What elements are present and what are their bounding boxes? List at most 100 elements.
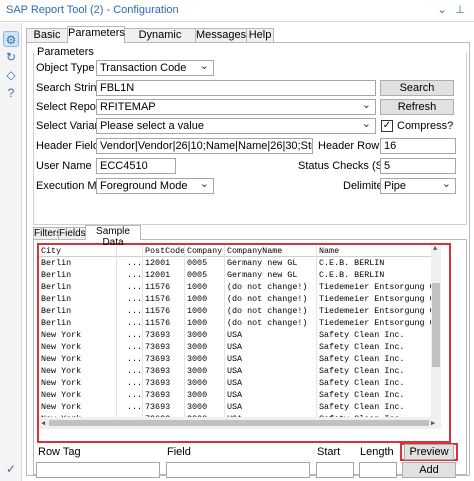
search-button[interactable]: Search bbox=[380, 80, 454, 96]
table-cell: Tiedemeier Entsorgung GmH bbox=[319, 293, 441, 305]
table-cell: New York bbox=[39, 341, 117, 353]
table-cell: Tiedemeier Entsorgung GmH bbox=[319, 305, 441, 317]
vertical-scrollbar[interactable]: ▲ bbox=[431, 245, 441, 429]
table-cell: Tiedemeier Entsorgung GmH bbox=[319, 317, 441, 329]
scroll-up-icon[interactable]: ▲ bbox=[433, 245, 437, 253]
object-type-label: Object Type bbox=[36, 62, 95, 74]
table-cell: 1000 bbox=[185, 293, 225, 305]
table-cell: 11576 bbox=[143, 305, 185, 317]
column-header: Company bbox=[185, 245, 225, 257]
table-cell: ... bbox=[117, 281, 143, 293]
table-cell: 73693 bbox=[143, 353, 185, 365]
length-input[interactable] bbox=[359, 462, 397, 478]
select-variant-select[interactable]: Please select a value bbox=[96, 118, 376, 134]
table-cell: 12001 bbox=[143, 257, 185, 269]
table-cell: ... bbox=[117, 329, 143, 341]
object-type-select[interactable]: Transaction Code bbox=[96, 60, 214, 76]
add-button[interactable]: Add bbox=[402, 462, 456, 478]
row-tag-input[interactable] bbox=[36, 462, 160, 478]
table-row[interactable]: New York...736933000USASafety Clean Inc. bbox=[39, 401, 441, 413]
help-icon[interactable]: ? bbox=[3, 85, 19, 101]
table-cell: C.E.B. BERLIN bbox=[317, 269, 441, 281]
table-row[interactable]: Berlin... 12001 0005 Germany new GL C.E.B. B… bbox=[39, 257, 441, 269]
table-cell: Germany new GL bbox=[225, 257, 317, 269]
subtab-sample-data[interactable]: Sample Data bbox=[85, 225, 141, 248]
user-name-label: User Name bbox=[36, 160, 92, 172]
scroll-right-icon[interactable]: ▶ bbox=[431, 419, 435, 428]
table-cell: (do not change!) bbox=[225, 293, 317, 305]
table-cell: Germany new GL bbox=[225, 269, 317, 281]
scroll-left-icon[interactable]: ◀ bbox=[41, 419, 45, 428]
select-variant-label: Select Variant bbox=[36, 120, 104, 132]
table-cell: 73693 bbox=[143, 365, 185, 377]
flow-icon[interactable]: ↻ bbox=[3, 49, 19, 65]
table-row[interactable]: Berlin... 11576 1000 (do not change!) Tiedem… bbox=[39, 305, 441, 317]
vertical-scroll-thumb[interactable] bbox=[432, 283, 440, 367]
table-row[interactable]: Berlin... 11576 1000 (do not change!) Tiedem… bbox=[39, 281, 441, 293]
gear-icon[interactable]: ⚙ bbox=[3, 31, 19, 47]
table-cell: Safety Clean Inc. bbox=[317, 365, 441, 377]
table-cell: Safety Clean Inc. bbox=[317, 341, 441, 353]
table-cell: ... bbox=[117, 269, 143, 281]
table-cell: Safety Clean Inc. bbox=[317, 401, 441, 413]
status-checks-input[interactable]: 5 bbox=[380, 158, 456, 174]
collapse-icon[interactable]: ⌄ bbox=[435, 3, 449, 16]
header-fields-label: Header Fields bbox=[36, 140, 105, 152]
table-cell: ... bbox=[117, 293, 143, 305]
tab-help[interactable]: Help bbox=[246, 28, 274, 43]
table-cell: 3000 bbox=[185, 329, 225, 341]
tab-parameters[interactable]: Parameters bbox=[67, 26, 125, 43]
table-cell: 3000 bbox=[185, 401, 225, 413]
table-cell: 73693 bbox=[143, 389, 185, 401]
user-name-input[interactable]: ECC4510 bbox=[96, 158, 176, 174]
table-cell: 0005 bbox=[185, 257, 225, 269]
execution-mode-select[interactable]: Foreground Mode bbox=[96, 178, 214, 194]
horizontal-scroll-thumb[interactable] bbox=[49, 420, 429, 426]
tab-messages[interactable]: Messages bbox=[195, 28, 247, 43]
configuration-panel: Basic Parameters Dynamic Input Messages … bbox=[26, 26, 470, 478]
table-row[interactable]: Berlin... 12001 0005 Germany new GL C.E.B. B… bbox=[39, 269, 441, 281]
table-row[interactable]: New York...736933000USASafety Clean Inc. bbox=[39, 353, 441, 365]
search-string-input[interactable]: FBL1N bbox=[96, 80, 376, 96]
table-cell: New York bbox=[39, 365, 117, 377]
start-input[interactable] bbox=[316, 462, 354, 478]
compress-checkbox[interactable]: ✓ bbox=[381, 120, 393, 132]
table-cell: USA bbox=[225, 353, 317, 365]
sample-data-grid[interactable]: City PostCode Company CompanyName Name Berlin… bbox=[39, 245, 441, 429]
table-cell: 12001 bbox=[143, 269, 185, 281]
table-cell: Safety Clean Inc. bbox=[317, 377, 441, 389]
table-row[interactable]: New York...736933000USASafety Clean Inc. bbox=[39, 341, 441, 353]
table-cell: (do not change!) bbox=[225, 317, 317, 329]
table-cell: (do not change!) bbox=[225, 305, 317, 317]
field-input[interactable] bbox=[166, 462, 310, 478]
table-cell: USA bbox=[225, 377, 317, 389]
select-report-select[interactable]: RFITEMAP bbox=[96, 99, 376, 115]
table-row[interactable]: Berlin... 11576 1000 (do not change!) Tiedem… bbox=[39, 293, 441, 305]
table-row[interactable]: New York...736933000USASafety Clean Inc. bbox=[39, 329, 441, 341]
table-row[interactable]: New York...736933000USASafety Clean Inc. bbox=[39, 377, 441, 389]
table-cell: ... bbox=[117, 401, 143, 413]
table-cell: 3000 bbox=[185, 389, 225, 401]
tab-dynamic-input[interactable]: Dynamic Input bbox=[124, 28, 196, 54]
table-cell: 1000 bbox=[185, 317, 225, 329]
table-cell: USA bbox=[225, 341, 317, 353]
preview-button[interactable]: Preview bbox=[404, 444, 454, 460]
check-circle-icon[interactable]: ✓ bbox=[3, 461, 19, 477]
horizontal-scrollbar[interactable]: ◀ ▶ bbox=[39, 417, 441, 429]
table-cell: ... bbox=[117, 377, 143, 389]
refresh-button[interactable]: Refresh bbox=[380, 99, 454, 115]
table-row[interactable]: Berlin... 11576 1000 (do not change!) Tiedem… bbox=[39, 317, 441, 329]
table-cell: Berlin bbox=[39, 317, 117, 329]
table-cell: 3000 bbox=[185, 377, 225, 389]
pin-icon[interactable]: ⊥ bbox=[453, 3, 467, 16]
table-row[interactable]: New York...736933000USASafety Clean Inc. bbox=[39, 389, 441, 401]
sample-data-panel: City PostCode Company CompanyName Name Berlin… bbox=[33, 239, 467, 478]
tag-icon[interactable]: ◇ bbox=[3, 67, 19, 83]
table-cell: ... bbox=[117, 257, 143, 269]
header-row-no-input[interactable]: 16 bbox=[380, 138, 456, 154]
header-fields-input[interactable]: Vendor|Vendor|26|10;Name|Name|26|30;Stre… bbox=[96, 138, 313, 154]
delimiter-select[interactable]: Pipe bbox=[380, 178, 456, 194]
tab-basic[interactable]: Basic bbox=[26, 28, 68, 43]
table-row[interactable]: New York...736933000USASafety Clean Inc. bbox=[39, 365, 441, 377]
table-cell: 73693 bbox=[143, 341, 185, 353]
